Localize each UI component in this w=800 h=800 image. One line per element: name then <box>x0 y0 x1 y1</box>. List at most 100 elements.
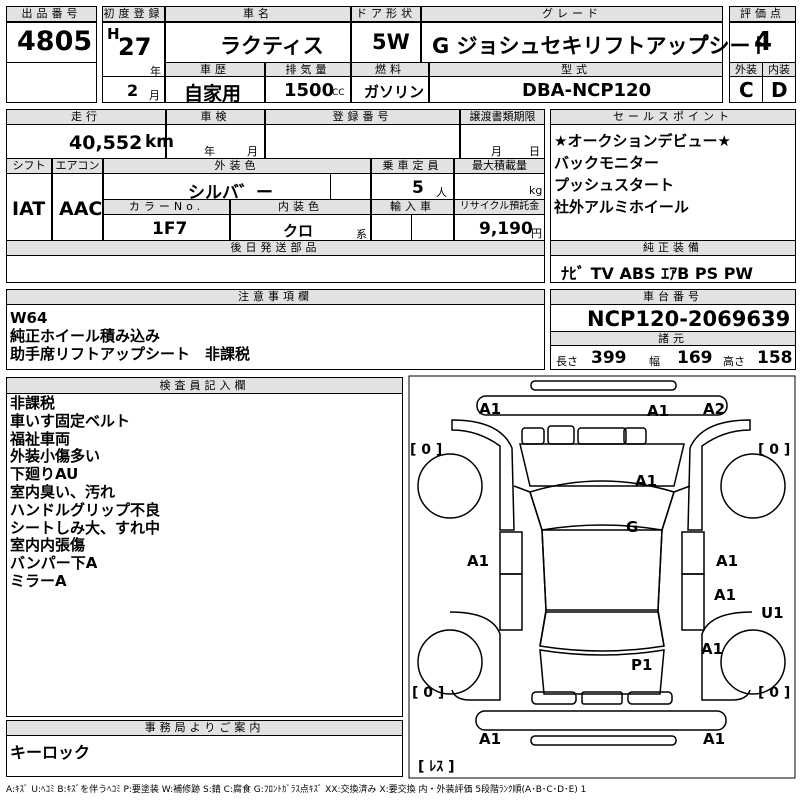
mark-tailgate: P1 <box>631 656 652 674</box>
fuel: ガソリン <box>364 83 425 101</box>
width: 169 <box>677 348 713 368</box>
front-bumper-outline <box>476 395 728 416</box>
aircon: AAC <box>59 198 103 220</box>
selling-points-cell: ★オークションデビュー★ バックモニター プッシュスタート 社外アルミホイール <box>550 124 796 241</box>
cc-unit: CC <box>332 88 345 98</box>
car-damage-diagram: A1 A2 A1 A1 G A1 A1 A1 U1 A1 P1 A1 A1 [ … <box>408 375 796 779</box>
header-import: 輸入車 <box>371 199 454 215</box>
selling-points-list: ★オークションデビュー★ バックモニター プッシュスタート 社外アルミホイール <box>554 130 731 218</box>
later-parts-cell <box>6 255 545 283</box>
shift-cell: IAT <box>6 173 52 241</box>
notes-cell: W64 純正ホイール積み込み 助手席リフトアップシート 非課税 <box>6 304 545 370</box>
bonnet <box>519 443 685 487</box>
inspector-notes-list: 非課税 車いす固定ベルト 福祉車両 外装小傷多い 下廻りAU 室内臭い、汚れ ハ… <box>10 394 161 591</box>
header-history: 車歴 <box>165 62 265 77</box>
interior-grade: D <box>771 78 788 102</box>
header-fuel: 燃料 <box>351 62 429 77</box>
roof <box>541 529 663 611</box>
front-grille-outline <box>530 380 677 391</box>
mark-right-front-door: A1 <box>716 552 738 570</box>
front-grille <box>577 427 627 445</box>
aircon-cell: AAC <box>52 173 103 241</box>
header-aircon: エアコン <box>52 158 103 174</box>
width-label: 幅 <box>649 355 660 368</box>
wheel-front-left <box>417 453 483 519</box>
height-label: 高さ <box>723 355 745 368</box>
header-capacity: 乗車定員 <box>371 158 454 174</box>
lot-number: 4805 <box>17 26 93 57</box>
tire-fl: [ 0 ] <box>410 442 442 458</box>
first-reg-year-cell: H 27 年 <box>102 22 165 78</box>
inspector-notes-cell: 非課税 車いす固定ベルト 福祉車両 外装小傷多い 下廻りAU 室内臭い、汚れ ハ… <box>6 393 403 717</box>
header-car-name: 車名 <box>165 6 351 22</box>
inspector-note: 非課税 <box>10 394 56 412</box>
manual-month-unit: 月 <box>491 145 502 158</box>
inspector-note: 外装小傷多い <box>10 447 101 466</box>
kg-unit: kg <box>529 184 543 197</box>
left-front-door <box>499 531 523 575</box>
inspector-note: 車いす固定ベルト <box>10 411 131 430</box>
inspector-note: シートしみ大、すれ中 <box>10 518 161 537</box>
header-exterior: 外装 <box>729 62 763 77</box>
header-genuine: 純正装備 <box>550 240 796 256</box>
right-front-fender <box>687 419 751 531</box>
header-ext-color: 外装色 <box>103 158 371 174</box>
header-chassis: 車台番号 <box>550 289 796 305</box>
mark-rl-bumper: A1 <box>479 730 501 748</box>
header-manual: 譲渡書類期限 <box>460 109 545 125</box>
reg-year: 27 <box>118 33 152 61</box>
month-unit: 月 <box>149 89 160 102</box>
office-note-cell: キーロック <box>6 735 403 777</box>
model: DBA-NCP120 <box>522 80 652 101</box>
mark-bonnet-front: A1 <box>647 402 669 420</box>
wheel-front-right <box>720 453 786 519</box>
diagram-frame <box>408 375 796 779</box>
mark-rr-bumper: A1 <box>703 730 725 748</box>
right-pillar <box>657 485 691 647</box>
genuine-cell: ﾅﾋﾞ TV ABS ｴｱB PS PW <box>550 255 796 283</box>
rear-bumper-outline <box>475 710 727 731</box>
left-rear-fender <box>449 611 501 701</box>
header-notes: 注意事項欄 <box>6 289 545 305</box>
header-door: ドア形状 <box>351 6 421 22</box>
history-cell: 自家用 <box>165 76 265 105</box>
inspector-note: 室内臭い、汚れ <box>10 482 116 501</box>
header-int-color: 内装色 <box>230 199 371 215</box>
selling-point: バックモニター <box>554 154 660 172</box>
header-selling: セールスポイント <box>550 109 796 125</box>
color-no-cell: 1F7 <box>103 214 230 241</box>
manual-cell: 月 日 <box>460 124 545 159</box>
inspector-note: ミラーA <box>10 571 67 590</box>
mark-fr-bumper: A2 <box>703 400 725 418</box>
door-cell: 5W <box>351 22 421 63</box>
header-inspection: 車検 <box>166 109 265 125</box>
note-line: W64 <box>10 309 48 327</box>
length-label: 長さ <box>556 355 578 368</box>
person-unit: 人 <box>436 186 447 199</box>
shift: IAT <box>12 198 46 220</box>
import-cell-b <box>411 214 454 241</box>
score: 4 <box>754 27 773 57</box>
tire-fr: [ 0 ] <box>758 442 790 458</box>
recycle-cell: 9,190 円 <box>454 214 545 241</box>
header-later-parts: 後日発送部品 <box>6 240 545 256</box>
spare-tire: [ ﾚｽ ] <box>418 759 455 775</box>
rear-panel-outline <box>530 735 677 746</box>
door-type: 5W <box>372 30 410 54</box>
left-rear-door <box>499 573 523 631</box>
mark-left-front-door: A1 <box>467 552 489 570</box>
inspector-note: 室内内張傷 <box>10 536 86 555</box>
header-lot: 出品番号 <box>6 6 97 22</box>
left-headlight <box>521 427 545 445</box>
tire-rr: [ 0 ] <box>758 685 790 701</box>
int-color-cell: クロ 系 <box>230 214 371 241</box>
office-note: キーロック <box>10 743 91 762</box>
capacity: 5 <box>412 178 424 198</box>
selling-point: ★オークションデビュー★ <box>554 132 731 150</box>
exterior-grade: C <box>739 78 754 102</box>
grade: G ジョシュセキリフトアップ゚シート <box>432 34 772 58</box>
inspection-cell: 年 月 <box>166 124 265 159</box>
mark-roof: G <box>626 518 638 536</box>
mark-right-wheel: U1 <box>761 604 784 622</box>
reg-month: 2 <box>127 81 139 100</box>
